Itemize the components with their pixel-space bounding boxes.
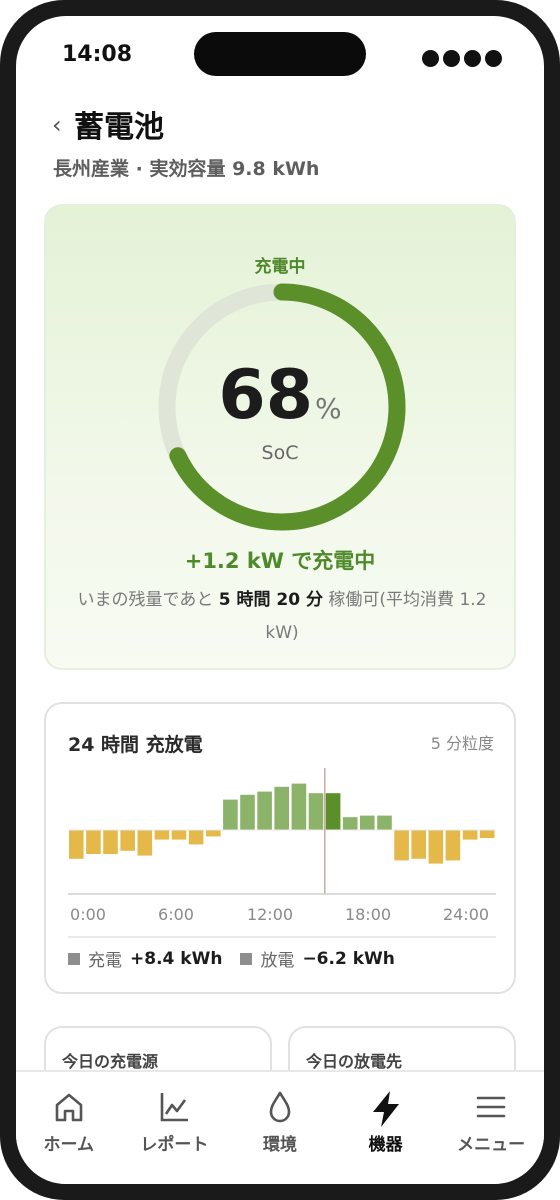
chart-bar — [274, 786, 289, 830]
nav-home-label: ホーム — [43, 1135, 95, 1155]
charging-status: 充電中 — [254, 257, 306, 277]
x-tick-label: 24:00 — [443, 905, 489, 924]
signal-icon — [422, 50, 502, 67]
chart-granularity: 5 分粒度 — [430, 734, 494, 753]
charge-rate: +1.2 kW で充電中 — [184, 549, 376, 573]
legend-discharge-value: −6.2 kWh — [302, 948, 395, 969]
drop-icon — [269, 1091, 291, 1123]
chart-bar — [257, 791, 272, 830]
remain-time: 5 時間 20 分 — [218, 590, 323, 610]
chart-bar — [291, 783, 307, 830]
nav-menu-label: メニュー — [457, 1135, 526, 1155]
phone-frame: 14:08 ‹ 蓄電池 長州産業 · 実効容量 9.8 kWh 充電中 68% … — [0, 0, 560, 1200]
chart-bar — [342, 817, 358, 830]
chart-bar — [308, 793, 324, 830]
legend-charge-value: +8.4 kWh — [130, 948, 223, 969]
home-icon — [55, 1093, 83, 1122]
legend-charge-label: 充電 — [88, 951, 122, 971]
chart-bar — [154, 830, 170, 840]
nav-report-label: レポート — [140, 1135, 209, 1155]
discharge-target-title: 今日の放電先 — [306, 1052, 403, 1071]
status-time: 14:08 — [62, 42, 133, 67]
chart-legend: 充電 +8.4 kWh 放電 −6.2 kWh — [68, 946, 413, 971]
x-tick-label: 6:00 — [158, 905, 194, 924]
nav-home[interactable]: ホーム — [16, 1072, 122, 1184]
back-button[interactable]: ‹ — [52, 111, 62, 139]
chart-bar — [188, 830, 204, 845]
nav-environment[interactable]: 環境 — [227, 1072, 333, 1184]
chart-bar — [223, 799, 238, 830]
chart-bar — [377, 815, 392, 830]
chart-bar — [69, 830, 84, 859]
soc-value: 68% — [46, 356, 514, 435]
chart-title: 24 時間 充放電 — [68, 734, 203, 756]
screen: 14:08 ‹ 蓄電池 長州産業 · 実効容量 9.8 kWh 充電中 68% … — [16, 16, 544, 1184]
x-tick-label: 12:00 — [247, 905, 293, 924]
chart-icon — [161, 1093, 189, 1122]
menu-icon — [476, 1096, 506, 1118]
bottom-nav: ホーム レポート 環境 機器 メニュー — [16, 1070, 544, 1184]
chart-bar — [206, 830, 221, 837]
chart-bar — [325, 793, 341, 830]
legend-charge-swatch — [68, 952, 80, 965]
chart-bar — [411, 830, 426, 859]
chart-bar — [394, 830, 409, 861]
chart-bar — [86, 830, 101, 854]
chart-bar — [479, 830, 495, 838]
page-subtitle: 長州産業 · 実効容量 9.8 kWh — [53, 158, 320, 180]
legend-discharge-swatch — [240, 952, 253, 965]
chart-bar — [445, 830, 461, 861]
nav-devices-label: 機器 — [368, 1135, 403, 1155]
bolt-icon — [372, 1091, 399, 1127]
chart-bar — [171, 830, 187, 840]
charge-source-title: 今日の充電源 — [62, 1052, 159, 1071]
x-tick-label: 18:00 — [345, 905, 391, 924]
nav-menu[interactable]: メニュー — [438, 1072, 544, 1184]
remaining-runtime: いまの残量であと 5 時間 20 分 稼働可(平均消費 1.2 kW) — [76, 584, 488, 650]
dynamic-island — [194, 32, 366, 76]
soc-number: 68 — [218, 356, 314, 435]
nav-devices[interactable]: 機器 — [333, 1072, 439, 1184]
nav-environment-label: 環境 — [262, 1135, 297, 1155]
x-tick-label: 0:00 — [70, 905, 106, 924]
chart-bar — [240, 794, 255, 830]
chart-bar — [137, 830, 153, 856]
legend-discharge-label: 放電 — [260, 951, 295, 971]
nav-report[interactable]: レポート — [122, 1072, 228, 1184]
chart-bar — [120, 830, 135, 851]
soc-label: SoC — [261, 442, 299, 464]
chart-bar — [103, 830, 118, 854]
chart-bar — [360, 815, 375, 830]
chart-bar — [428, 830, 444, 864]
charge-discharge-chart-card[interactable]: 0:00 6:00 12:00 18:00 24:00 24 時間 充放電 5 分粒度 … — [44, 702, 516, 994]
page-title: 蓄電池 — [74, 110, 164, 145]
chart-bar — [462, 830, 478, 840]
battery-status-card: 充電中 68% SoC +1.2 kW で充電中 いまの残量であと 5 時間 2… — [44, 204, 516, 670]
soc-unit: % — [315, 392, 342, 425]
remain-prefix: いまの残量であと — [77, 590, 219, 610]
